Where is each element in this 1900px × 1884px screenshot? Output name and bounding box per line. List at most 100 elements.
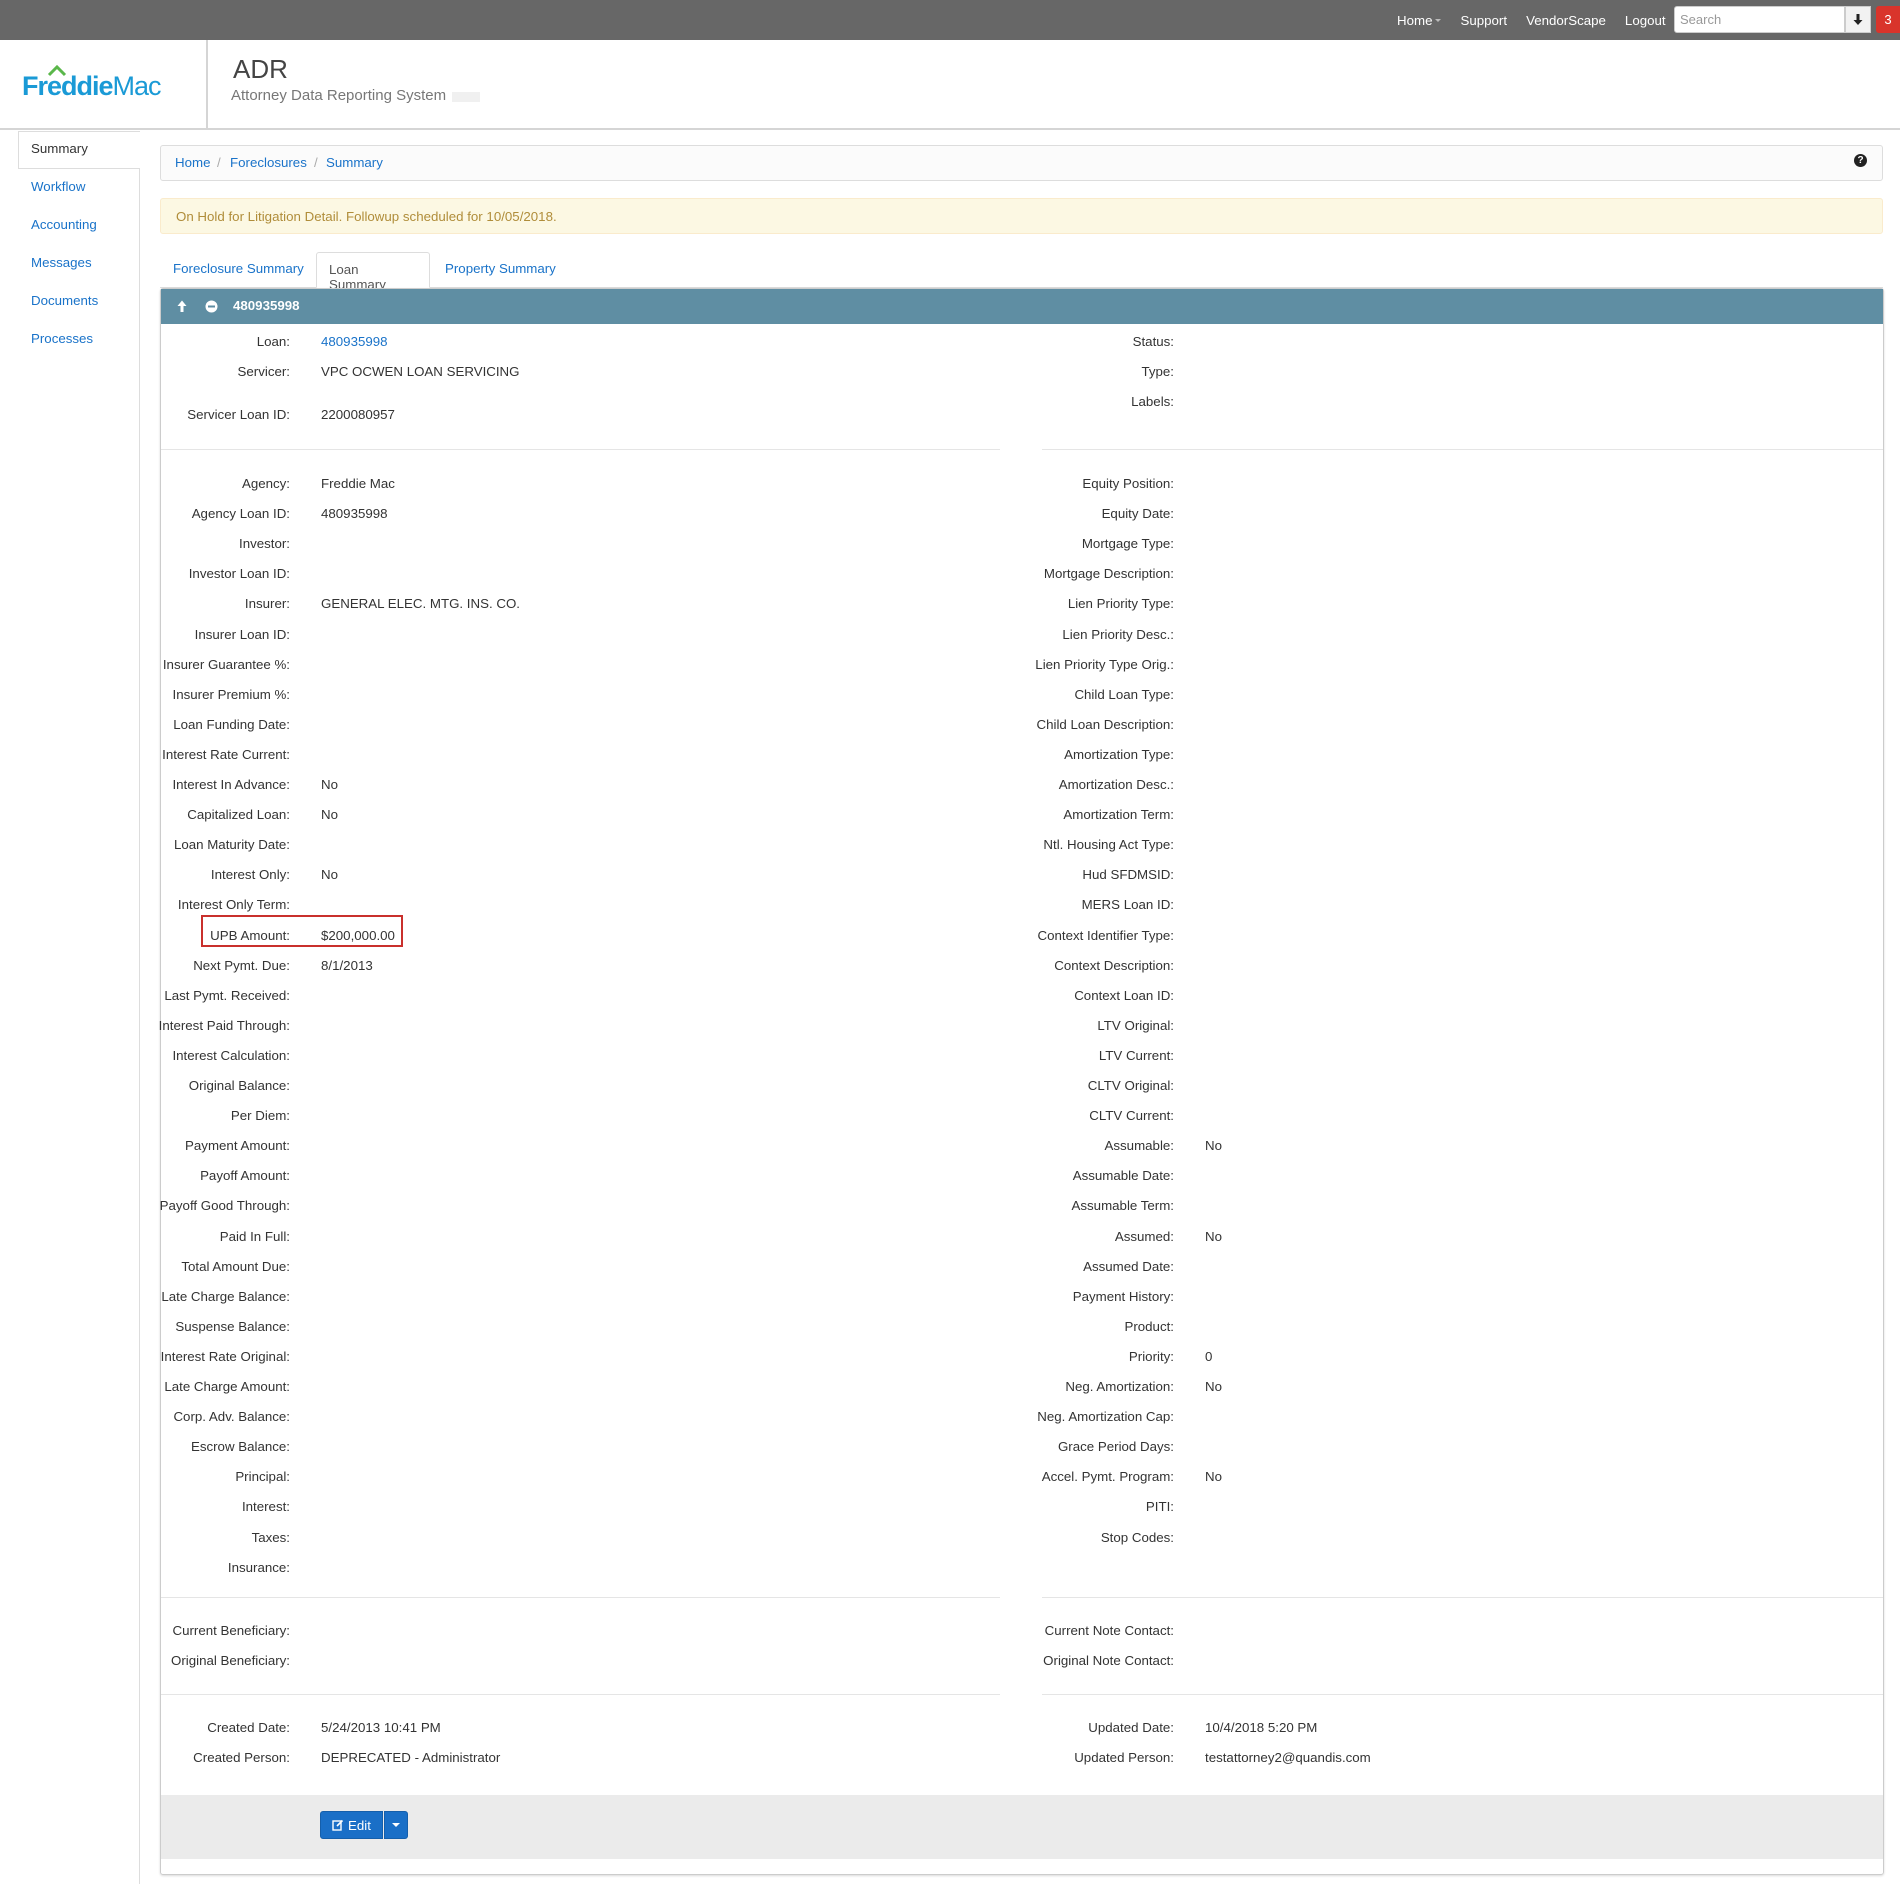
field-label: Amortization Term: — [1063, 807, 1174, 823]
field-label: Equity Position: — [1082, 476, 1174, 491]
field-label: Next Pymt. Due: — [193, 957, 290, 973]
field-value: No — [321, 867, 338, 883]
field-label: Priority: — [1128, 1348, 1174, 1364]
nav-home-dropdown[interactable]: Home — [1397, 12, 1442, 28]
nav-support-link[interactable]: Support — [1460, 13, 1507, 28]
loan-summary-panel — [160, 288, 1884, 1875]
field-label: Suspense Balance: — [175, 1318, 290, 1334]
field-label: Interest Rate Current: — [162, 746, 290, 762]
breadcrumb-foreclosures-link[interactable]: Foreclosures — [230, 155, 307, 170]
field-label: Assumable Date: — [1072, 1168, 1174, 1184]
loan-number-link[interactable]: 480935998 — [321, 334, 388, 349]
download-button[interactable] — [1845, 6, 1871, 33]
tab-loan-summary[interactable]: Loan Summary — [316, 252, 430, 292]
field-value: 10/4/2018 5:20 PM — [1205, 1720, 1318, 1735]
field-label: Current Beneficiary: — [172, 1623, 290, 1638]
field-label: Accel. Pymt. Program: — [1041, 1469, 1174, 1485]
breadcrumb-home[interactable]: Home — [175, 155, 210, 170]
field-label: Loan Funding Date: — [173, 716, 290, 732]
field-label: CLTV Current: — [1089, 1108, 1174, 1124]
field-label: Created Person: — [193, 1750, 290, 1765]
field-value: DEPRECATED - Administrator — [321, 1750, 501, 1765]
field-label: Servicer Loan ID: — [187, 407, 290, 422]
sidebar-item-documents[interactable]: Documents — [31, 293, 98, 308]
field-label: Ntl. Housing Act Type: — [1043, 837, 1174, 853]
help-icon[interactable]: ? — [1854, 154, 1867, 167]
field-value: No — [1205, 1138, 1222, 1154]
field-label: Insurance: — [227, 1559, 290, 1575]
breadcrumb-home-link[interactable]: Home — [175, 155, 210, 170]
field-value: testattorney2@quandis.com — [1205, 1750, 1371, 1765]
field-label: Assumed: — [1114, 1228, 1174, 1244]
field-label: Servicer: — [237, 364, 290, 379]
field-label: Mortgage Description: — [1043, 566, 1174, 582]
field-value: GENERAL ELEC. MTG. INS. CO. — [321, 596, 520, 612]
panel-footer — [161, 1795, 1883, 1859]
edit-dropdown-toggle[interactable] — [384, 1811, 408, 1839]
panel-title: 480935998 — [233, 298, 300, 313]
edit-icon — [332, 1819, 344, 1831]
search-input[interactable] — [1674, 6, 1845, 33]
field-label: Neg. Amortization: — [1065, 1379, 1174, 1394]
field-label: Payoff Good Through: — [159, 1198, 290, 1214]
caret-down-icon — [392, 1823, 400, 1827]
field-label: Taxes: — [251, 1529, 290, 1545]
tab-foreclosure-summary[interactable]: Foreclosure Summary — [161, 252, 316, 288]
sidebar-item-workflow[interactable]: Workflow — [31, 179, 85, 194]
section-divider — [161, 1597, 1000, 1598]
arrow-up-icon[interactable] — [174, 298, 190, 314]
field-label: Interest: — [241, 1499, 290, 1515]
download-arrow-icon — [1853, 13, 1863, 25]
field-label: PITI: — [1145, 1499, 1174, 1515]
field-label: Stop Codes: — [1100, 1529, 1174, 1545]
field-label: LTV Original: — [1097, 1017, 1174, 1033]
sidebar-item-summary[interactable]: Summary — [31, 141, 88, 156]
field-label: Interest Only Term: — [177, 897, 290, 913]
field-value: 8/1/2013 — [321, 957, 373, 973]
breadcrumb-separator: / — [314, 155, 318, 170]
breadcrumb-summary-link[interactable]: Summary — [326, 155, 383, 170]
logo-text-freddie: Freddie — [22, 71, 114, 101]
field-label: Interest Only: — [210, 867, 290, 883]
field-label: Amortization Desc.: — [1058, 777, 1174, 792]
field-label: Investor Loan ID: — [188, 566, 290, 582]
logo-text-mac: Mac — [112, 71, 162, 101]
field-label: Updated Date: — [1088, 1720, 1174, 1735]
breadcrumb-foreclosures[interactable]: Foreclosures — [230, 155, 307, 170]
status-alert: On Hold for Litigation Detail. Followup … — [160, 198, 1883, 234]
section-divider — [161, 1694, 1000, 1695]
field-value: 0 — [1205, 1348, 1213, 1364]
tab-property-summary[interactable]: Property Summary — [433, 252, 568, 288]
field-value: No — [321, 777, 338, 792]
nav-logout-link[interactable]: Logout — [1625, 13, 1666, 28]
breadcrumb-separator: / — [217, 155, 221, 170]
sidebar-item-accounting[interactable]: Accounting — [31, 217, 97, 232]
edit-button[interactable]: Edit — [320, 1811, 383, 1839]
field-label: Context Description: — [1054, 957, 1174, 973]
field-label: Interest In Advance: — [172, 777, 290, 792]
field-label: Paid In Full: — [219, 1228, 290, 1244]
field-label: Corp. Adv. Balance: — [173, 1409, 290, 1425]
field-label: Agency: — [241, 476, 290, 491]
breadcrumb — [160, 145, 1883, 181]
field-label: Assumable Term: — [1071, 1198, 1174, 1214]
field-label: Interest Rate Original: — [160, 1348, 290, 1364]
nav-home-label: Home — [1397, 12, 1433, 28]
sidebar-item-processes[interactable]: Processes — [31, 331, 93, 346]
field-value: Freddie Mac — [321, 476, 395, 491]
field-label: MERS Loan ID: — [1081, 897, 1174, 913]
field-label: Investor: — [239, 536, 290, 552]
sidebar-item-messages[interactable]: Messages — [31, 255, 92, 270]
collapse-minus-icon[interactable] — [203, 298, 219, 314]
breadcrumb-summary[interactable]: Summary — [326, 155, 383, 170]
nav-vendorscape-link[interactable]: VendorScape — [1526, 13, 1606, 28]
field-label: Total Amount Due: — [181, 1258, 290, 1274]
sidebar-border — [139, 169, 140, 1884]
field-label: Insurer Guarantee %: — [162, 656, 290, 672]
field-label: Insurer Premium %: — [172, 686, 290, 702]
field-label: Interest Paid Through: — [158, 1017, 290, 1033]
notification-badge[interactable]: 3 — [1876, 6, 1900, 33]
section-divider — [161, 449, 1000, 450]
field-label: Equity Date: — [1101, 506, 1174, 522]
field-label: Original Note Contact: — [1043, 1653, 1174, 1668]
